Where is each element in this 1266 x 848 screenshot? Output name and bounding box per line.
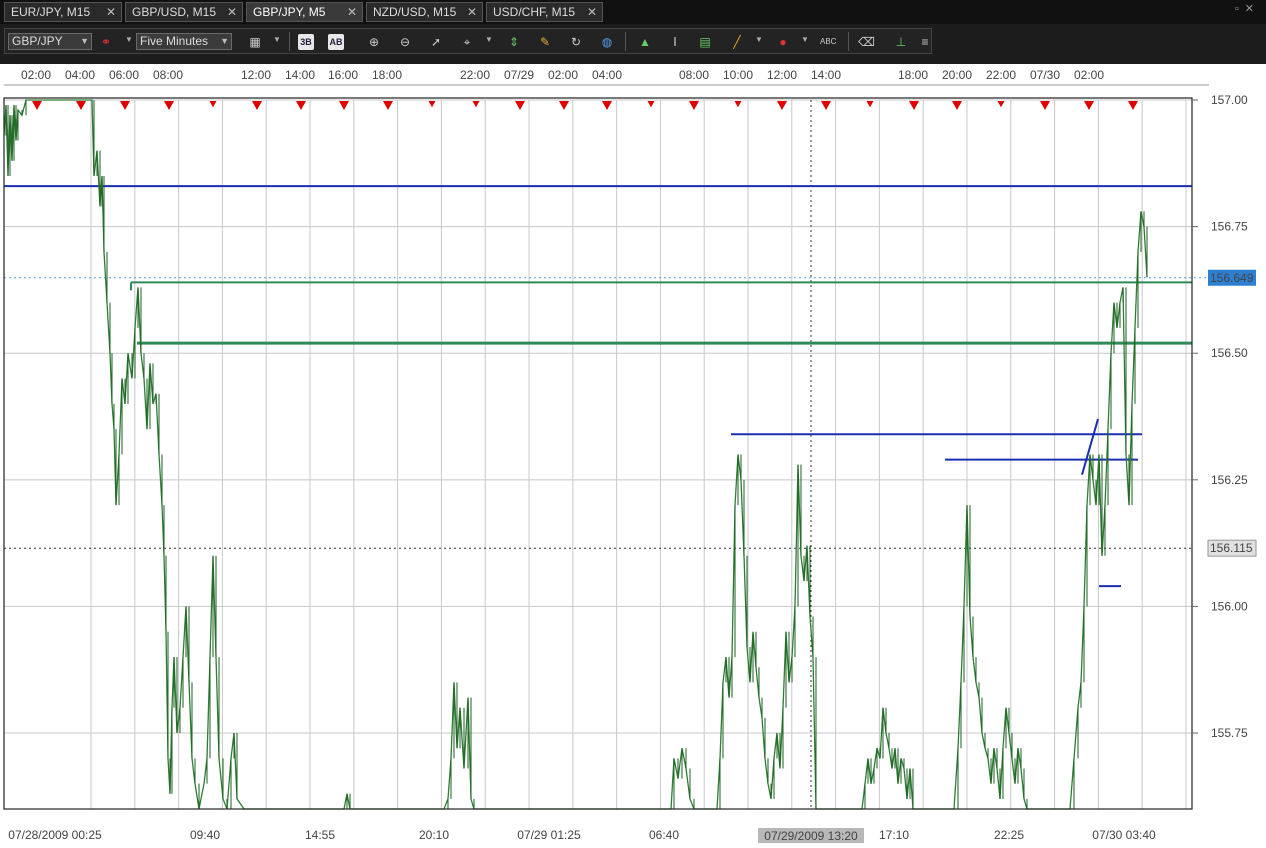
session-marker <box>164 101 174 110</box>
top-axis-label: 02:00 <box>1074 68 1104 82</box>
session-marker <box>1040 101 1050 110</box>
top-axis-label: 22:00 <box>986 68 1016 82</box>
session-marker <box>120 101 130 110</box>
top-axis-label: 18:00 <box>898 68 928 82</box>
price-line <box>3 99 1148 810</box>
bottom-axis-label: 17:10 <box>879 828 909 842</box>
top-axis-label: 02:00 <box>548 68 578 82</box>
session-marker <box>559 101 569 110</box>
top-axis-label: 07/30 <box>1030 68 1060 82</box>
session-marker <box>472 101 480 108</box>
top-axis-label: 04:00 <box>65 68 95 82</box>
top-axis-label: 18:00 <box>372 68 402 82</box>
session-marker <box>689 101 699 110</box>
bottom-axis-label: 07/28/2009 00:25 <box>8 828 102 842</box>
price-series <box>3 99 1148 810</box>
session-marker <box>866 101 874 108</box>
top-axis-label: 06:00 <box>109 68 139 82</box>
top-axis-label: 07/29 <box>504 68 534 82</box>
bottom-axis-label: 22:25 <box>994 828 1024 842</box>
y-tick-label: 156.00 <box>1211 599 1248 613</box>
session-marker <box>32 101 42 110</box>
session-marker <box>997 101 1005 108</box>
top-axis-label: 02:00 <box>21 68 51 82</box>
top-axis-label: 08:00 <box>153 68 183 82</box>
crosshair-price-label: 156.115 <box>1210 541 1253 555</box>
bottom-axis-label: 09:40 <box>190 828 220 842</box>
session-marker <box>734 101 742 108</box>
top-axis-label: 04:00 <box>592 68 622 82</box>
top-axis-label: 14:00 <box>811 68 841 82</box>
session-marker <box>252 101 262 110</box>
y-tick-label: 157.00 <box>1211 93 1248 107</box>
session-marker <box>515 101 525 110</box>
session-marker <box>602 101 612 110</box>
session-marker <box>76 101 86 110</box>
top-axis-label: 10:00 <box>723 68 753 82</box>
y-tick-label: 156.75 <box>1211 220 1248 234</box>
session-marker <box>296 101 306 110</box>
y-tick-label: 155.75 <box>1211 726 1248 740</box>
session-marker <box>209 101 217 108</box>
current-price-label: 156.649 <box>1210 271 1254 285</box>
session-marker <box>1084 101 1094 110</box>
grid <box>4 99 1209 809</box>
top-axis-label: 14:00 <box>285 68 315 82</box>
plot-border <box>3 97 1193 810</box>
top-axis-label: 20:00 <box>942 68 972 82</box>
top-axis-label: 22:00 <box>460 68 490 82</box>
top-axis-label: 12:00 <box>767 68 797 82</box>
session-marker <box>777 101 787 110</box>
price-chart[interactable]: 157.00 156.75 156.50 156.25 156.00 155.75 02:0… <box>0 0 1266 848</box>
session-marker <box>909 101 919 110</box>
y-tick-label: 156.50 <box>1211 346 1248 360</box>
bottom-axis-label: 07/30 03:40 <box>1092 828 1156 842</box>
session-marker <box>952 101 962 110</box>
session-marker <box>339 101 349 110</box>
horizontal-levels <box>4 185 1192 588</box>
session-marker <box>821 101 831 110</box>
bottom-axis-label: 07/29 01:25 <box>517 828 581 842</box>
top-axis-label: 12:00 <box>241 68 271 82</box>
bottom-axis-label: 06:40 <box>649 828 679 842</box>
session-markers <box>32 101 1138 110</box>
bottom-axis-label: 20:10 <box>419 828 449 842</box>
crosshair-time-label: 07/29/2009 13:20 <box>764 829 858 843</box>
session-marker <box>647 101 655 108</box>
top-axis-label: 16:00 <box>328 68 358 82</box>
top-axis-label: 08:00 <box>679 68 709 82</box>
price-spikes <box>5 100 1148 809</box>
bottom-axis-label: 14:55 <box>305 828 335 842</box>
session-marker <box>1128 101 1138 110</box>
session-marker <box>383 101 393 110</box>
session-marker <box>428 101 436 108</box>
y-tick-label: 156.25 <box>1211 473 1248 487</box>
